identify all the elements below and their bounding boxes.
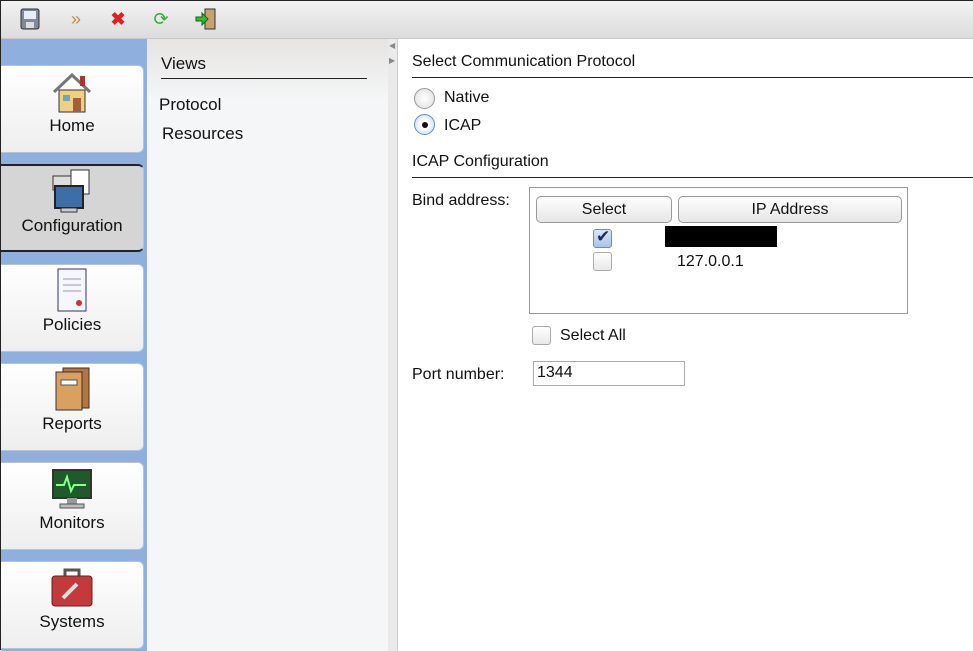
- views-item-resources[interactable]: Resources: [162, 124, 243, 144]
- divider: [161, 78, 367, 79]
- radio-native-label: Native: [444, 89, 490, 106]
- toolbar: » ✖ ⟳: [1, 1, 973, 39]
- column-header-ip-address[interactable]: IP Address: [678, 196, 902, 223]
- select-all-label: Select All: [560, 327, 626, 344]
- views-panel: Views Protocol Resources: [147, 39, 388, 651]
- radio-icap-label: ICAP: [444, 117, 482, 134]
- systems-icon: [1, 562, 143, 612]
- configuration-icon: [1, 166, 143, 216]
- nav-policies[interactable]: Policies: [1, 264, 144, 352]
- save-icon[interactable]: [18, 7, 42, 31]
- bind-address-table: Select IP Address 127.0.0.1: [529, 187, 908, 314]
- nav-home[interactable]: Home: [1, 65, 144, 153]
- column-header-select[interactable]: Select: [536, 196, 672, 223]
- port-number-label: Port number:: [412, 366, 505, 383]
- sidebar-nav: Home Configuration Policies Reports Moni…: [1, 39, 147, 651]
- delete-icon[interactable]: ✖: [106, 7, 130, 31]
- nav-systems[interactable]: Systems: [1, 561, 144, 649]
- policies-icon: [1, 265, 143, 315]
- redacted-ip: [665, 226, 777, 247]
- nav-configuration[interactable]: Configuration: [1, 164, 144, 252]
- expand-right-icon[interactable]: ▶: [389, 56, 395, 65]
- monitors-icon: [1, 463, 143, 513]
- row-checkbox[interactable]: [593, 227, 612, 248]
- radio-icap[interactable]: [414, 114, 435, 135]
- select-all-checkbox[interactable]: [532, 326, 551, 345]
- icap-header: ICAP Configuration: [412, 153, 973, 178]
- bind-address-label: Bind address:: [412, 192, 510, 209]
- nav-monitors[interactable]: Monitors: [1, 462, 144, 550]
- protocol-settings: Select Communication Protocol Native ICA…: [398, 39, 973, 651]
- logout-icon[interactable]: [194, 7, 218, 31]
- views-title: Views: [161, 54, 207, 73]
- radio-native[interactable]: [414, 88, 435, 109]
- refresh-icon[interactable]: ⟳: [149, 7, 173, 31]
- ip-address-cell: 127.0.0.1: [677, 253, 744, 270]
- forward-icon[interactable]: »: [64, 7, 88, 31]
- reports-icon: [1, 364, 143, 414]
- port-number-input[interactable]: 1344: [533, 361, 685, 386]
- protocol-header: Select Communication Protocol: [412, 53, 973, 78]
- views-item-protocol[interactable]: Protocol: [159, 95, 221, 115]
- collapse-left-icon[interactable]: ◀: [389, 41, 395, 50]
- home-icon: [1, 66, 143, 116]
- splitter[interactable]: ◀ ▶: [388, 39, 398, 651]
- row-checkbox[interactable]: [593, 252, 612, 271]
- nav-reports[interactable]: Reports: [1, 363, 144, 451]
